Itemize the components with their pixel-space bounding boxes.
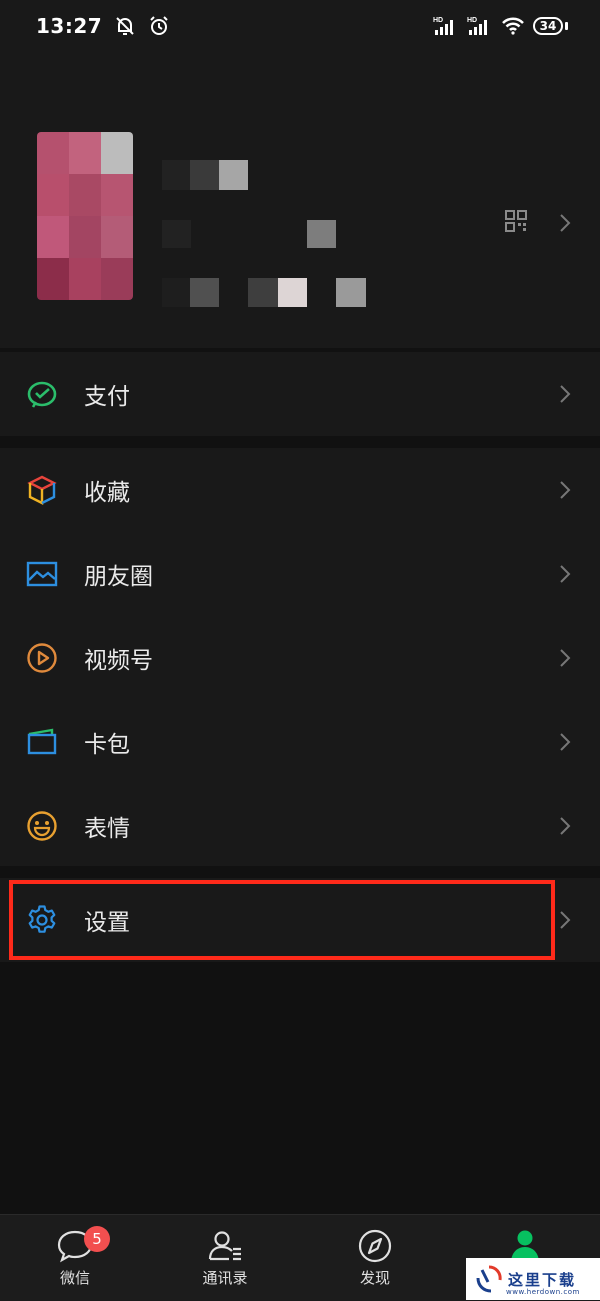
chevron-right-icon	[560, 649, 571, 667]
qr-code-icon[interactable]	[505, 210, 527, 232]
menu-item-stickers[interactable]: 表情	[0, 784, 600, 868]
menu-item-label: 卡包	[84, 732, 130, 758]
tab-label: 通讯录	[202, 1269, 248, 1287]
menu-item-settings[interactable]: 设置	[0, 878, 600, 962]
compass-icon	[358, 1229, 392, 1263]
status-right: HD HD 34	[433, 15, 568, 37]
menu-item-label: 支付	[84, 384, 130, 410]
card-wallet-icon	[27, 728, 57, 755]
menu-item-label: 设置	[84, 910, 130, 936]
status-time: 13:27	[36, 14, 103, 38]
menu-item-label: 视频号	[84, 648, 153, 674]
alarm-icon	[150, 16, 168, 35]
watermark-text: 这里下载	[508, 1270, 577, 1289]
watermark-sub: www.herdown.com	[506, 1288, 580, 1296]
moments-picture-icon	[26, 561, 58, 587]
chevron-right-icon	[560, 385, 571, 403]
menu-item-channels[interactable]: 视频号	[0, 616, 600, 700]
watermark: 这里下载 www.herdown.com	[466, 1258, 600, 1300]
pay-section: 支付	[0, 352, 600, 436]
svg-text:HD: HD	[433, 17, 443, 24]
blurred-profile-name	[162, 160, 412, 360]
main-menu-section: 收藏 朋友圈 视频号 卡包 表情	[0, 448, 600, 866]
menu-item-label: 表情	[84, 816, 130, 842]
status-left: 13:27	[36, 14, 170, 38]
menu-item-label: 朋友圈	[84, 564, 153, 590]
settings-section: 设置	[0, 878, 600, 962]
tab-label: 发现	[359, 1269, 390, 1287]
watermark-logo-icon	[476, 1265, 502, 1293]
chevron-right-icon	[560, 911, 571, 929]
tab-contacts[interactable]: 通讯录	[150, 1215, 300, 1301]
menu-item-label: 收藏	[84, 480, 130, 506]
tab-label: 微信	[59, 1269, 90, 1287]
hd-signal-icon: HD	[433, 17, 453, 35]
chevron-right-icon	[560, 481, 571, 499]
tab-discover[interactable]: 发现	[300, 1215, 450, 1301]
hd-signal-icon: HD	[467, 17, 487, 35]
status-bar: 13:27 HD HD 34	[0, 0, 600, 52]
sticker-smile-icon	[27, 811, 57, 841]
wechat-pay-icon	[27, 381, 57, 408]
chevron-right-icon	[560, 565, 571, 583]
channels-play-icon	[27, 643, 57, 673]
menu-item-moments[interactable]: 朋友圈	[0, 532, 600, 616]
unread-badge: 5	[84, 1226, 110, 1252]
mute-bell-icon	[116, 17, 134, 35]
chevron-right-icon	[560, 817, 571, 835]
tab-chats[interactable]: 微信	[0, 1215, 150, 1301]
svg-text:HD: HD	[467, 17, 477, 24]
favorites-cube-icon	[27, 475, 57, 505]
chevron-right-icon	[560, 733, 571, 751]
chevron-right-icon	[560, 214, 571, 232]
profile-header[interactable]	[0, 52, 600, 348]
avatar[interactable]	[37, 132, 133, 300]
contacts-icon	[208, 1231, 241, 1261]
menu-item-cards[interactable]: 卡包	[0, 700, 600, 784]
battery-tip	[565, 22, 568, 30]
wifi-icon	[502, 17, 524, 35]
menu-item-favorites[interactable]: 收藏	[0, 448, 600, 532]
battery-icon: 34	[533, 17, 563, 35]
menu-item-pay[interactable]: 支付	[0, 352, 600, 436]
gear-icon	[28, 905, 56, 933]
